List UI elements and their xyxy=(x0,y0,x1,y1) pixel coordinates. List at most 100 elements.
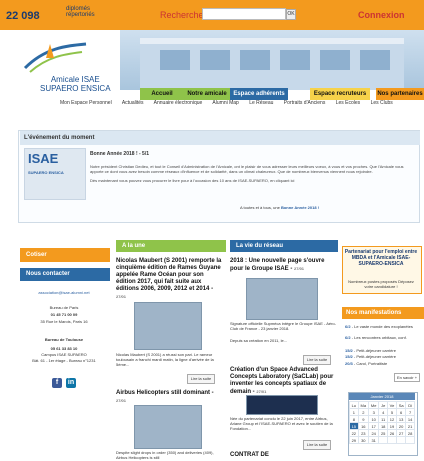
partner-title[interactable]: Partenariat pour l'emploi entre MBDA et … xyxy=(344,249,418,267)
une-article-1-photo[interactable] xyxy=(134,302,202,350)
contact-title: Nous contacter xyxy=(20,268,110,281)
facebook-icon[interactable]: f xyxy=(52,378,62,388)
calendar-day[interactable]: 21 xyxy=(405,422,415,430)
amicale-logo-icon[interactable] xyxy=(20,40,90,74)
calendar-day[interactable]: 24 xyxy=(367,429,380,437)
calendar-header[interactable]: Janvier 2018 xyxy=(349,393,415,400)
calendar-day[interactable]: 8 xyxy=(349,415,359,423)
calendar-day[interactable]: 28 xyxy=(405,429,415,437)
paris-address: 35 Rue le Marois, Paris 16 xyxy=(40,319,88,324)
isae-logo-text: ISAE xyxy=(28,151,59,166)
calendar-day[interactable]: 25 xyxy=(378,429,388,437)
subnav-item[interactable]: Annuaire électronique xyxy=(154,100,203,106)
calendar-day[interactable]: 5 xyxy=(387,408,397,416)
isae-logo-sub: SUPAERO ENSICA xyxy=(28,170,64,175)
event-of-moment-title: L'événement du moment xyxy=(20,131,420,145)
vie-article-1-text-2: Depuis sa création en 2011, le... xyxy=(230,338,288,343)
calendar-day[interactable] xyxy=(395,436,407,444)
calendar-day[interactable]: 6 xyxy=(395,408,407,416)
calendar-day[interactable]: 16 xyxy=(357,422,370,430)
une-article-2-photo[interactable] xyxy=(134,405,202,449)
subnav-item[interactable]: Le Réseau xyxy=(249,100,273,106)
nav-espace-recruteurs[interactable]: Espace recruteurs xyxy=(310,88,370,100)
manifestation-item[interactable]: 15/2 - Petit-déjeuner carrière xyxy=(345,354,419,359)
linkedin-icon[interactable]: in xyxy=(66,378,76,388)
calendar-day[interactable]: 29 xyxy=(349,436,359,444)
calendar-day[interactable]: 26 xyxy=(387,429,397,437)
calendar-day[interactable] xyxy=(378,436,388,444)
calendar-day[interactable]: 12 xyxy=(387,415,397,423)
calendar-day[interactable]: 3 xyxy=(367,408,380,416)
calendar-dayname: Lu xyxy=(349,401,359,409)
vie-article-1-photo[interactable] xyxy=(246,278,318,320)
calendar-day[interactable]: 7 xyxy=(405,408,415,416)
calendar-grid: Lu Ma Me Je Ve Sa Di 1 2 3 4 5 6 7 8 9 1… xyxy=(349,401,415,444)
nav-accueil[interactable]: Accueil xyxy=(140,88,184,100)
calendar-day[interactable]: 20 xyxy=(395,422,407,430)
manifestations-more-button[interactable]: En savoir + xyxy=(394,373,420,382)
partner-subtitle: Nombreux postes proposés Déposez votre c… xyxy=(348,279,414,289)
nav-espace-adherents[interactable]: Espace adhérents xyxy=(230,88,288,100)
subnav-item[interactable]: Portraits d'Anciens xyxy=(284,100,326,106)
manifestation-item[interactable]: 6/2 - Les rencontres orbitaux, conf. xyxy=(345,335,419,340)
calendar-day[interactable]: 30 xyxy=(357,436,370,444)
vie-article-3-title[interactable]: CONTRAT DE xyxy=(230,452,336,459)
calendar-day[interactable] xyxy=(387,436,397,444)
subnav-item[interactable]: Alumni Map xyxy=(212,100,238,106)
subnav-item[interactable]: Les Clubs xyxy=(371,100,393,106)
vie-article-1-more-button[interactable]: Lire la suite xyxy=(303,355,331,365)
subnav-item[interactable]: Les Ecoles xyxy=(336,100,360,106)
vie-article-1-title[interactable]: 2018 : Une nouvelle page s'ouvre pour le… xyxy=(230,258,336,273)
event-subtitle: Bonne Année 2018 ! - 5/1 xyxy=(90,151,149,157)
calendar-day[interactable]: 13 xyxy=(395,415,407,423)
logo-text: Amicale ISAE SUPAERO ENSICA xyxy=(40,75,111,93)
a-la-une-header: A la une xyxy=(116,240,226,252)
manifestation-item[interactable]: 20/3 - Carol, Portraitiste xyxy=(345,361,419,366)
vie-du-reseau-header: La vie du réseau xyxy=(230,240,338,252)
calendar-day[interactable]: 1 xyxy=(349,408,359,416)
subnav-item[interactable]: Actualités xyxy=(122,100,144,106)
calendar-day[interactable]: 18 xyxy=(378,422,388,430)
toulouse-address-2: Bât. 61 - 1er étage - Bureau n°1231 xyxy=(32,358,96,363)
vie-article-2-photo[interactable] xyxy=(246,395,318,415)
calendar-dayname: Ve xyxy=(387,401,397,409)
event-cta-link[interactable]: Bonne Année 2018 ! xyxy=(281,205,319,210)
nav-nos-partenaires[interactable]: Nos partenaires xyxy=(376,88,424,100)
calendar-day[interactable]: 11 xyxy=(378,415,388,423)
event-cta: A toutes et à tous, une Bonne Année 2018… xyxy=(240,205,320,210)
calendar-day[interactable]: 14 xyxy=(405,415,415,423)
manifestation-item[interactable]: 15/2 - Petit-déjeuner carrière xyxy=(345,348,419,353)
calendar-day-selected[interactable]: 15 xyxy=(349,422,359,430)
vie-article-2-more-button[interactable]: Lire la suite xyxy=(303,440,331,450)
paris-label: Bureau de Paris xyxy=(49,305,79,310)
calendar-day[interactable]: 9 xyxy=(357,415,370,423)
calendar-day[interactable]: 27 xyxy=(395,429,407,437)
calendar-day[interactable]: 23 xyxy=(357,429,370,437)
contact-email[interactable]: association@isae-alumni.net xyxy=(22,290,106,295)
une-article-2-text: Despite slight drops in order (350) and … xyxy=(116,450,214,460)
calendar-day[interactable] xyxy=(405,436,415,444)
connexion-link[interactable]: Connexion xyxy=(358,10,405,20)
nav-notre-amicale[interactable]: Notre amicale xyxy=(184,88,230,100)
calendar-day[interactable]: 4 xyxy=(378,408,388,416)
vie-article-2-title[interactable]: Création d'un Space Advanced Concepts La… xyxy=(230,367,336,396)
calendar-day[interactable]: 19 xyxy=(387,422,397,430)
search-input[interactable] xyxy=(202,8,286,20)
une-article-1-title[interactable]: Nicolas Maubert (S 2001) remporte la cin… xyxy=(116,258,224,301)
calendar-day[interactable]: 10 xyxy=(367,415,380,423)
event-text: Notre président Christian Dedieu, et tou… xyxy=(90,164,404,183)
calendar-dayname: Di xyxy=(405,401,415,409)
une-article-1-more-button[interactable]: Lire la suite xyxy=(187,374,215,384)
cotiser-button[interactable]: Cotiser xyxy=(20,248,110,262)
calendar-day[interactable]: 31 xyxy=(367,436,380,444)
alumni-count: 22 098 xyxy=(6,10,40,22)
toulouse-address-1: Campus ISAE SUPAERO xyxy=(41,352,87,357)
manifestation-item[interactable]: 6/2 - Le vaste monde des exoplanètes xyxy=(345,324,419,329)
calendar-dayname: Ma xyxy=(357,401,370,409)
subnav-item[interactable]: Mon Espace Personnel xyxy=(60,100,112,106)
une-article-2-title[interactable]: Airbus Helicopters still dominant - 27/0… xyxy=(116,390,224,405)
calendar-day[interactable]: 22 xyxy=(349,429,359,437)
calendar-day[interactable]: 2 xyxy=(357,408,370,416)
calendar-day[interactable]: 17 xyxy=(367,422,380,430)
search-ok-button[interactable]: OK xyxy=(286,9,296,20)
